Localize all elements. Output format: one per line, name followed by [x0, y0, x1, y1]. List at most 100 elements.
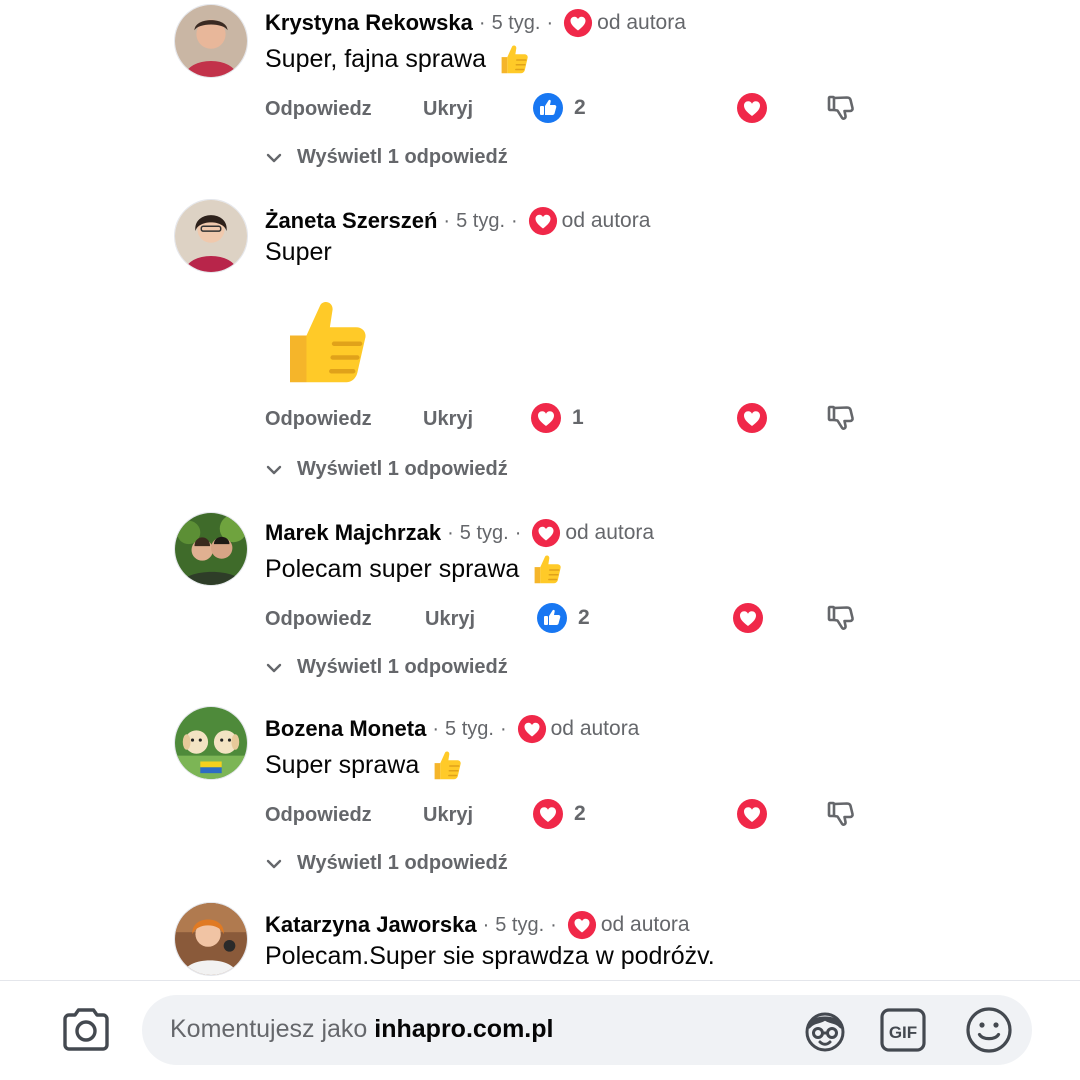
comment-input[interactable]: Komentujesz jako inhapro.com.pl GIF	[142, 995, 1032, 1065]
comment-text: Polecam.Super sie sprawdza w podróżv.	[265, 942, 715, 971]
hide-button[interactable]: Ukryj	[423, 408, 473, 431]
view-replies-link[interactable]: Wyświetl 1 odpowiedź	[265, 852, 508, 875]
like-icon	[536, 602, 568, 634]
separator: ·	[482, 913, 490, 936]
hide-button[interactable]: Ukryj	[425, 608, 475, 631]
separator: ·	[447, 521, 454, 544]
love-button[interactable]	[732, 602, 764, 634]
love-button[interactable]	[736, 402, 768, 434]
comment-input-placeholder: Komentujesz jako inhapro.com.pl	[170, 1015, 553, 1044]
heart-icon	[530, 402, 562, 434]
heart-icon	[517, 714, 547, 744]
thumbs-up-icon	[494, 40, 532, 78]
separator: ·	[511, 209, 518, 232]
avatar[interactable]	[174, 199, 248, 273]
comment-text: Super sprawa	[265, 746, 465, 784]
view-replies-label: Wyświetl 1 odpowiedź	[297, 656, 508, 678]
reaction-summary[interactable]: 2	[536, 602, 590, 634]
author-name[interactable]: Krystyna Rekowska	[265, 10, 473, 36]
author-liked-label: od autora	[597, 11, 686, 34]
reaction-count: 2	[574, 802, 586, 825]
reply-button[interactable]: Odpowiedz	[265, 408, 372, 431]
comment-text: Polecam super sprawa	[265, 550, 565, 588]
smiley-icon[interactable]	[964, 1005, 1014, 1055]
comment-header: Żaneta Szerszeń · 5 tyg. · od autora	[265, 206, 650, 236]
chevron-down-icon	[265, 855, 283, 873]
comment-text: Super, fajna sprawa	[265, 40, 532, 78]
heart-icon	[528, 206, 558, 236]
view-replies-link[interactable]: Wyświetl 1 odpowiedź	[265, 656, 508, 679]
svg-text:GIF: GIF	[889, 1023, 917, 1042]
thumbs-up-icon	[268, 286, 378, 396]
reaction-count: 1	[572, 406, 584, 429]
separator: ·	[432, 717, 440, 740]
camera-icon[interactable]	[60, 1005, 112, 1053]
author-liked-label: od autora	[561, 209, 651, 232]
timestamp[interactable]: 5 tyg.	[495, 914, 544, 937]
separator: ·	[514, 521, 522, 544]
avatar[interactable]	[174, 4, 248, 78]
comment-header: Katarzyna Jaworska · 5 tyg. · od autora	[265, 910, 690, 940]
separator: ·	[443, 209, 451, 232]
view-replies-label: Wyświetl 1 odpowiedź	[297, 852, 508, 874]
reply-button[interactable]: Odpowiedz	[265, 98, 372, 121]
comment-actions: Odpowiedz Ukryj 2	[265, 798, 865, 838]
reply-button[interactable]: Odpowiedz	[265, 608, 372, 631]
gif-icon[interactable]: GIF	[878, 1005, 928, 1055]
timestamp[interactable]: 5 tyg.	[492, 12, 541, 35]
separator: ·	[478, 11, 486, 34]
author-name[interactable]: Marek Majchrzak	[265, 520, 441, 546]
dislike-button[interactable]	[825, 798, 857, 830]
love-button[interactable]	[736, 92, 768, 124]
hide-button[interactable]: Ukryj	[423, 804, 473, 827]
avatar[interactable]	[174, 512, 248, 586]
timestamp[interactable]: 5 tyg.	[460, 522, 509, 545]
reaction-summary[interactable]: 1	[530, 402, 584, 434]
thumbs-up-icon	[527, 550, 565, 588]
reply-button[interactable]: Odpowiedz	[265, 804, 372, 827]
author-liked-label: od autora	[550, 717, 640, 740]
reaction-summary[interactable]: 2	[532, 92, 586, 124]
view-replies-label: Wyświetl 1 odpowiedź	[297, 146, 508, 168]
separator: ·	[550, 913, 557, 936]
comment-body: Super sprawa	[265, 750, 420, 779]
author-name[interactable]: Bozena Moneta	[265, 716, 426, 742]
comment-body: Polecam.Super sie sprawdza w podróżv.	[265, 942, 715, 970]
view-replies-link[interactable]: Wyświetl 1 odpowiedź	[265, 458, 508, 481]
placeholder-account: inhapro.com.pl	[374, 1015, 554, 1043]
timestamp[interactable]: 5 tyg.	[445, 718, 494, 741]
dislike-button[interactable]	[825, 402, 857, 434]
comment-text: Super	[265, 238, 332, 267]
comment-header: Bozena Moneta · 5 tyg. · od autora	[265, 714, 639, 744]
reaction-count: 2	[574, 96, 586, 119]
author-liked-label: od autora	[600, 913, 690, 936]
placeholder-prefix: Komentujesz jako	[170, 1015, 368, 1043]
heart-icon	[567, 910, 597, 940]
comment-actions: Odpowiedz Ukryj 2	[265, 602, 865, 642]
dislike-button[interactable]	[825, 602, 857, 634]
comment-body: Super, fajna sprawa	[265, 44, 486, 73]
reaction-summary[interactable]: 2	[532, 798, 586, 830]
comment-body: Polecam super sprawa	[265, 554, 520, 583]
chevron-down-icon	[265, 149, 283, 167]
dislike-button[interactable]	[825, 92, 857, 124]
thumbs-up-icon	[427, 746, 465, 784]
separator: ·	[499, 717, 507, 740]
reaction-count: 2	[578, 606, 590, 629]
author-name[interactable]: Żaneta Szerszeń	[265, 208, 437, 234]
love-button[interactable]	[736, 798, 768, 830]
comment-actions: Odpowiedz Ukryj 2	[265, 92, 865, 132]
author-name[interactable]: Katarzyna Jaworska	[265, 912, 477, 938]
view-replies-link[interactable]: Wyświetl 1 odpowiedź	[265, 146, 508, 169]
view-replies-label: Wyświetl 1 odpowiedź	[297, 458, 508, 480]
timestamp[interactable]: 5 tyg.	[456, 210, 505, 233]
avatar-sticker-icon[interactable]	[800, 1005, 850, 1055]
heart-icon	[563, 8, 593, 38]
hide-button[interactable]: Ukryj	[423, 98, 473, 121]
like-icon	[532, 92, 564, 124]
comment-header: Marek Majchrzak · 5 tyg. · od autora	[265, 518, 654, 548]
comment-composer: Komentujesz jako inhapro.com.pl GIF	[0, 980, 1080, 1080]
chevron-down-icon	[265, 461, 283, 479]
avatar[interactable]	[174, 902, 248, 976]
avatar[interactable]	[174, 706, 248, 780]
